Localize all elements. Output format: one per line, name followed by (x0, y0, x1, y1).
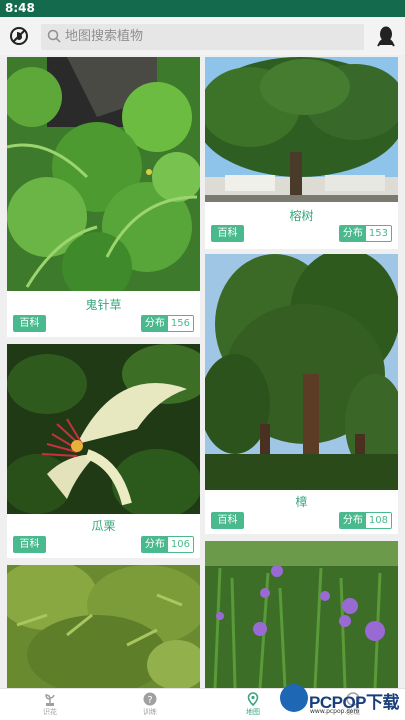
top-bar: 地图搜索植物 (0, 17, 405, 55)
plant-card[interactable]: 瓜栗 百科 分布 106 (7, 344, 200, 558)
plant-card[interactable] (7, 565, 200, 688)
distribution-label: 分布 (141, 537, 168, 552)
plant-name: 瓜栗 (91, 519, 116, 533)
watermark-url: www.pcpop.com (310, 708, 360, 715)
svg-text:?: ? (147, 695, 152, 706)
plant-name: 榕树 (289, 209, 314, 223)
plant-card[interactable]: 鬼针草 百科 分布 156 (7, 57, 200, 337)
status-time: 8:48 (5, 1, 35, 15)
distribution-count: 108 (365, 513, 391, 528)
encyclopedia-tag[interactable]: 百科 (13, 536, 46, 553)
encyclopedia-tag[interactable]: 百科 (211, 225, 244, 242)
distribution-label: 分布 (141, 316, 168, 331)
distribution-badge[interactable]: 分布 106 (140, 536, 194, 553)
nav-item-identify[interactable]: 识花 (10, 689, 90, 720)
plant-photo (7, 565, 200, 688)
sprout-icon (45, 694, 55, 706)
plant-photo (205, 541, 398, 688)
distribution-count: 156 (167, 316, 193, 331)
user-icon[interactable] (376, 25, 396, 47)
search-input[interactable]: 地图搜索植物 (41, 24, 364, 50)
distribution-badge[interactable]: 分布 108 (338, 512, 392, 529)
search-icon (47, 29, 61, 43)
distribution-count: 106 (167, 537, 193, 552)
distribution-badge[interactable]: 分布 156 (140, 315, 194, 332)
status-bar: 8:48 (0, 0, 405, 17)
plant-name: 鬼针草 (85, 298, 122, 312)
distribution-label: 分布 (339, 513, 366, 528)
plant-card[interactable] (205, 541, 398, 688)
encyclopedia-tag[interactable]: 百科 (211, 512, 244, 529)
distribution-count: 153 (365, 226, 391, 241)
watermark-circle-icon (280, 684, 308, 712)
nav-label: 训练 (143, 708, 157, 716)
plant-photo (205, 57, 398, 202)
map-pin-icon (247, 692, 259, 706)
distribution-label: 分布 (339, 226, 366, 241)
nav-label: 识花 (43, 708, 57, 716)
distribution-badge[interactable]: 分布 153 (338, 225, 392, 242)
encyclopedia-tag[interactable]: 百科 (13, 315, 46, 332)
plant-photo (205, 254, 398, 490)
plant-name: 樟 (295, 495, 308, 509)
plant-card[interactable]: 樟 百科 分布 108 (205, 254, 398, 534)
watermark-logo: PCPOP下载 www.pcpop.com (280, 683, 405, 720)
nav-item-train[interactable]: ? 训练 (110, 689, 190, 720)
plant-photo (7, 344, 200, 514)
plant-card[interactable]: 榕树 百科 分布 153 (205, 57, 398, 249)
no-location-icon[interactable] (9, 26, 29, 46)
search-placeholder: 地图搜索植物 (65, 29, 144, 44)
plant-photo (7, 57, 200, 291)
help-icon: ? (143, 692, 157, 706)
